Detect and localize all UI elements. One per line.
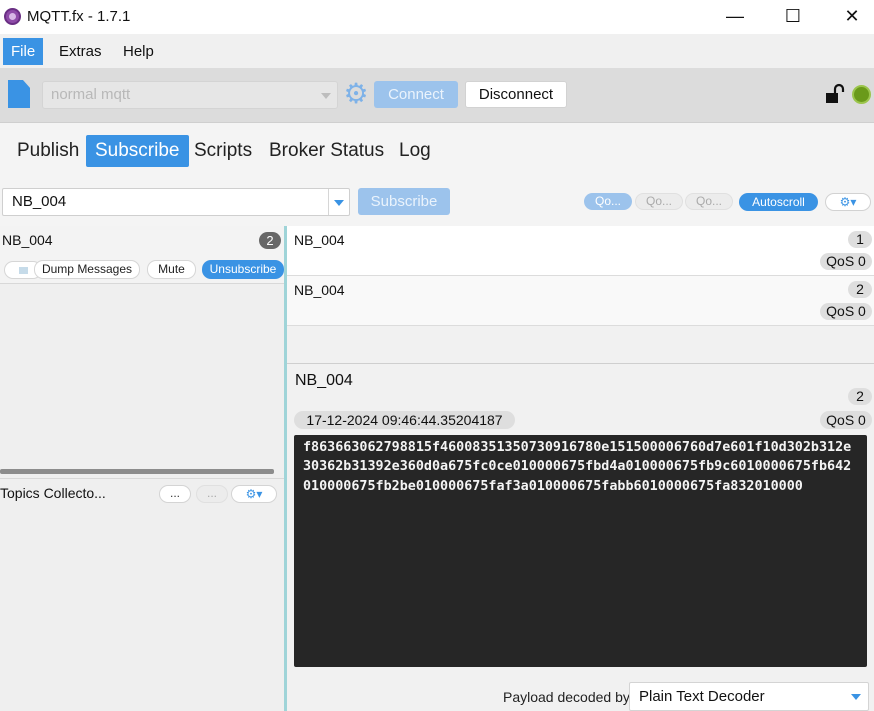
subscribe-options-gear-icon[interactable]: ⚙▾ bbox=[825, 193, 871, 211]
connection-toolbar: normal mqtt ⚙ Connect Disconnect bbox=[0, 68, 874, 123]
connection-status-icon bbox=[852, 85, 871, 104]
menu-bar: File Extras Help bbox=[0, 34, 874, 68]
message-topic: NB_004 bbox=[294, 232, 345, 248]
tab-broker-status[interactable]: Broker Status bbox=[260, 135, 393, 167]
tab-scripts[interactable]: Scripts bbox=[185, 135, 261, 167]
title-bar: MQTT.fx - 1.7.1 — ☐ ✕ bbox=[0, 0, 874, 34]
topics-collector-label[interactable]: Topics Collecto... bbox=[0, 485, 106, 501]
subscriptions-panel: NB_004 2 Dump Messages Mute Unsubscribe … bbox=[0, 226, 284, 711]
detail-timestamp-badge: 17-12-2024 09:46:44.35204187 bbox=[294, 411, 515, 429]
message-topic: NB_004 bbox=[294, 282, 345, 298]
autoscroll-button[interactable]: Autoscroll bbox=[739, 193, 818, 211]
tab-publish[interactable]: Publish bbox=[8, 135, 88, 167]
payload-decoder-select[interactable]: Plain Text Decoder bbox=[629, 682, 869, 711]
detail-qos-badge: QoS 0 bbox=[820, 411, 872, 429]
minimize-button[interactable]: — bbox=[723, 5, 747, 29]
chevron-down-icon bbox=[321, 93, 331, 99]
connection-profile-select[interactable]: normal mqtt bbox=[42, 81, 338, 109]
chevron-down-icon[interactable] bbox=[334, 200, 344, 206]
dump-messages-button[interactable]: Dump Messages bbox=[34, 260, 140, 279]
chevron-down-icon bbox=[851, 694, 861, 700]
message-list: NB_004 1 QoS 0 NB_004 2 QoS 0 bbox=[287, 226, 874, 364]
tab-log[interactable]: Log bbox=[390, 135, 440, 167]
connection-profile-value: normal mqtt bbox=[51, 86, 131, 103]
mute-button[interactable]: Mute bbox=[147, 260, 196, 279]
topics-collector-gear-icon[interactable]: ⚙▾ bbox=[231, 485, 277, 503]
horizontal-scrollbar[interactable] bbox=[0, 469, 274, 474]
menu-file[interactable]: File bbox=[3, 38, 44, 65]
qos0-button[interactable]: Qo... bbox=[584, 193, 632, 210]
qos1-button[interactable]: Qo... bbox=[635, 193, 683, 210]
message-list-item[interactable]: NB_004 2 QoS 0 bbox=[287, 276, 874, 326]
subscription-entry[interactable]: NB_004 2 Dump Messages Mute Unsubscribe bbox=[0, 226, 284, 284]
topics-collector-header: Topics Collecto... ... ... ⚙▾ bbox=[0, 478, 284, 512]
message-number-badge: 1 bbox=[848, 231, 872, 248]
payload-decoder-value: Plain Text Decoder bbox=[639, 688, 765, 705]
payload-decoder-label: Payload decoded by bbox=[503, 689, 630, 705]
close-button[interactable]: ✕ bbox=[840, 5, 864, 29]
new-profile-file-icon[interactable] bbox=[8, 80, 30, 108]
menu-extras[interactable]: Extras bbox=[51, 38, 110, 65]
subscribe-topic-value: NB_004 bbox=[12, 193, 67, 210]
gear-icon[interactable]: ⚙ bbox=[342, 80, 370, 108]
qos2-button[interactable]: Qo... bbox=[685, 193, 733, 210]
detail-number-badge: 2 bbox=[848, 388, 872, 405]
payload-text-area[interactable]: f863663062798815f46008351350730916780e15… bbox=[294, 435, 867, 667]
subscribe-button[interactable]: Subscribe bbox=[358, 188, 450, 215]
divider bbox=[328, 189, 329, 215]
unsubscribe-button[interactable]: Unsubscribe bbox=[202, 260, 284, 279]
menu-help[interactable]: Help bbox=[115, 38, 162, 65]
mqttfx-logo-icon bbox=[4, 8, 21, 25]
message-detail-panel: NB_004 2 17-12-2024 09:46:44.35204187 Qo… bbox=[287, 364, 874, 711]
maximize-button[interactable]: ☐ bbox=[781, 5, 805, 29]
unlock-icon bbox=[826, 83, 845, 103]
tab-subscribe[interactable]: Subscribe bbox=[86, 135, 189, 167]
subscription-count-badge: 2 bbox=[259, 232, 281, 249]
connect-button[interactable]: Connect bbox=[374, 81, 458, 108]
message-qos-badge: QoS 0 bbox=[820, 253, 872, 270]
message-number-badge: 2 bbox=[848, 281, 872, 298]
detail-topic: NB_004 bbox=[295, 372, 353, 389]
window-title: MQTT.fx - 1.7.1 bbox=[27, 8, 131, 25]
subscribe-topic-input[interactable]: NB_004 bbox=[2, 188, 350, 216]
message-qos-badge: QoS 0 bbox=[820, 303, 872, 320]
tab-bar: Publish Subscribe Scripts Broker Status … bbox=[0, 123, 874, 180]
disconnect-button[interactable]: Disconnect bbox=[465, 81, 567, 108]
topics-collector-scan-button[interactable]: ... bbox=[159, 485, 191, 503]
subscription-topic: NB_004 bbox=[2, 232, 53, 248]
message-list-item[interactable]: NB_004 1 QoS 0 bbox=[287, 226, 874, 276]
topics-collector-stop-button[interactable]: ... bbox=[196, 485, 228, 503]
